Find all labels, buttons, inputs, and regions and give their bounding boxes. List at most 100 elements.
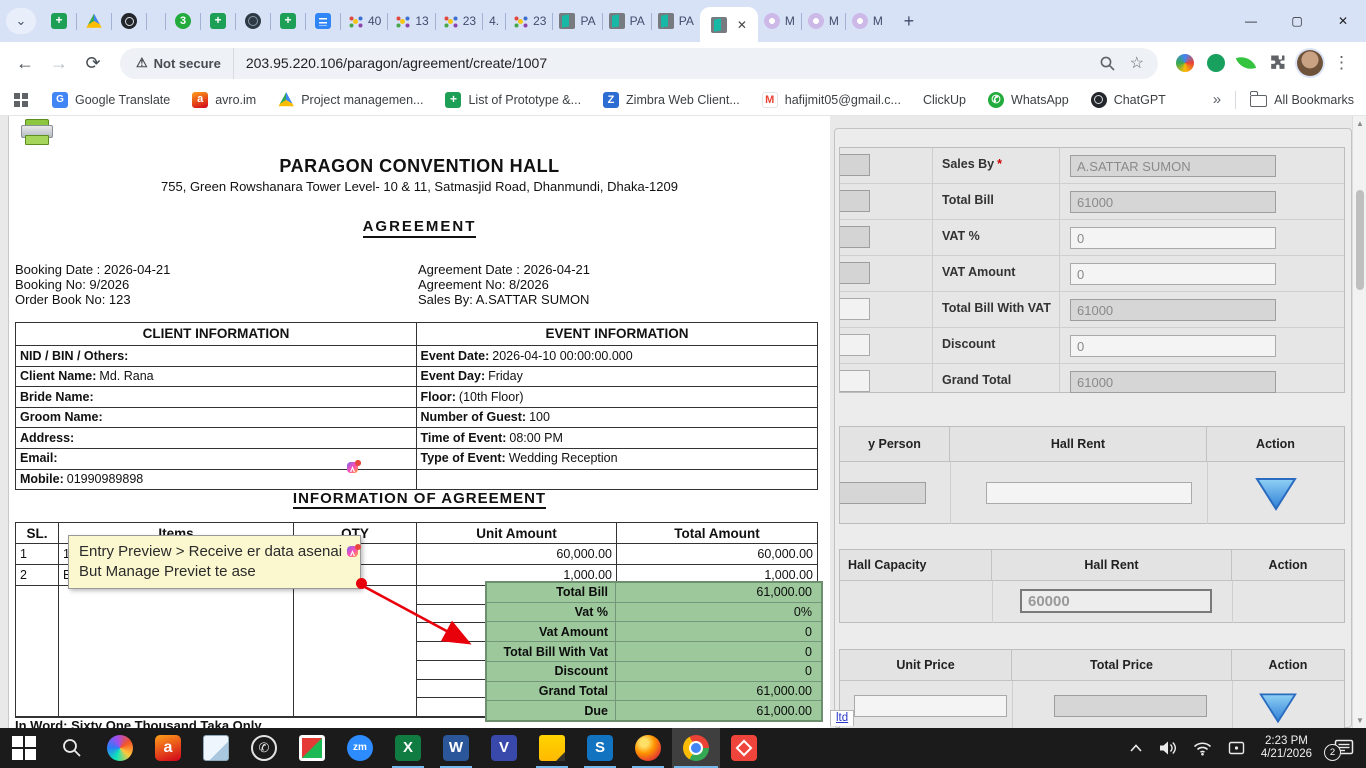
bookmark-item[interactable]: Google Translate bbox=[52, 92, 170, 108]
tray-expand-button[interactable] bbox=[1129, 743, 1143, 753]
vat-percent-input[interactable]: 0 bbox=[1070, 227, 1276, 249]
hidden-input-stub[interactable] bbox=[840, 226, 870, 248]
browser-tab[interactable]: 4. bbox=[483, 6, 505, 36]
s-app-button[interactable] bbox=[576, 728, 624, 768]
leaf-extension-icon[interactable] bbox=[1236, 53, 1257, 74]
extension-icon[interactable] bbox=[1207, 54, 1225, 72]
back-button[interactable]: ← bbox=[10, 48, 40, 78]
browser-tab[interactable]: 40 bbox=[341, 6, 387, 36]
browser-tab[interactable]: PA bbox=[603, 6, 651, 36]
person-input-stub[interactable] bbox=[840, 482, 926, 504]
irfanview-button[interactable] bbox=[288, 728, 336, 768]
pinned-tab[interactable] bbox=[77, 6, 111, 36]
active-tab[interactable]: ✕ bbox=[700, 7, 758, 42]
maximize-button[interactable]: ▢ bbox=[1274, 0, 1320, 42]
bookmark-item[interactable]: List of Prototype &... bbox=[445, 92, 581, 108]
close-window-button[interactable]: ✕ bbox=[1320, 0, 1366, 42]
browser-tab[interactable]: M bbox=[758, 6, 801, 36]
expand-triangle-icon[interactable] bbox=[1258, 691, 1298, 725]
volume-button[interactable] bbox=[1159, 740, 1177, 756]
security-chip[interactable]: ⚠ Not secure bbox=[124, 48, 234, 79]
profile-avatar[interactable] bbox=[1297, 50, 1323, 76]
close-tab-icon[interactable]: ✕ bbox=[737, 19, 747, 31]
address-bar[interactable]: ⚠ Not secure 203.95.220.106/paragon/agre… bbox=[120, 48, 1158, 79]
extensions-puzzle-icon[interactable] bbox=[1267, 53, 1287, 73]
unit-price-input[interactable] bbox=[854, 695, 1007, 717]
grand-total-input[interactable]: 61000 bbox=[1070, 371, 1276, 393]
chrome-button[interactable] bbox=[672, 728, 720, 768]
bookmark-item[interactable]: ChatGPT bbox=[1091, 92, 1166, 108]
browser-tab[interactable]: PA bbox=[652, 6, 700, 36]
zoom-button[interactable] bbox=[336, 728, 384, 768]
browser-tab[interactable]: 13 bbox=[388, 6, 434, 36]
sticky-notes-button[interactable] bbox=[528, 728, 576, 768]
taskbar-search-button[interactable] bbox=[48, 728, 96, 768]
tab-search-button[interactable]: ⌄ bbox=[6, 8, 36, 34]
copilot-button[interactable] bbox=[96, 728, 144, 768]
forward-button[interactable]: → bbox=[44, 48, 74, 78]
hidden-input-stub[interactable] bbox=[840, 154, 870, 176]
bookmark-star-icon[interactable]: ☆ bbox=[1130, 53, 1144, 73]
firefox-button[interactable] bbox=[624, 728, 672, 768]
pinned-tab[interactable]: 3 bbox=[166, 6, 200, 36]
browser-tab[interactable]: 23 bbox=[436, 6, 482, 36]
pinned-tab[interactable] bbox=[112, 6, 146, 36]
all-bookmarks-button[interactable]: All Bookmarks bbox=[1250, 92, 1354, 107]
scroll-down-icon[interactable]: ▼ bbox=[1353, 716, 1366, 725]
bookmark-item[interactable]: Project managemen... bbox=[278, 92, 423, 108]
browser-tab[interactable]: PA bbox=[553, 6, 601, 36]
bookmark-item[interactable]: WhatsApp bbox=[988, 92, 1069, 108]
browser-tab[interactable]: M bbox=[802, 6, 845, 36]
extension-icon[interactable] bbox=[1176, 54, 1194, 72]
visio-button[interactable] bbox=[480, 728, 528, 768]
apps-grid-icon[interactable] bbox=[14, 93, 20, 99]
pinned-tab[interactable] bbox=[236, 6, 270, 36]
page-scrollbar[interactable]: ▲ ▼ bbox=[1352, 116, 1366, 728]
hall-rent-input[interactable] bbox=[986, 482, 1192, 504]
bookmark-item[interactable]: Zimbra Web Client... bbox=[603, 92, 740, 108]
hidden-input-stub[interactable] bbox=[840, 334, 870, 356]
whatsapp-button[interactable] bbox=[240, 728, 288, 768]
total-price-input[interactable] bbox=[1054, 695, 1207, 717]
total-bill-with-vat-input[interactable]: 61000 bbox=[1070, 299, 1276, 321]
expand-triangle-icon[interactable] bbox=[1254, 476, 1298, 512]
browser-tab[interactable]: 23 bbox=[506, 6, 552, 36]
search-icon[interactable] bbox=[1099, 55, 1116, 72]
sales-by-input[interactable]: A.SATTAR SUMON bbox=[1070, 155, 1276, 177]
notepad-button[interactable] bbox=[192, 728, 240, 768]
hidden-input-stub[interactable] bbox=[840, 190, 870, 212]
pinned-tab[interactable] bbox=[201, 6, 235, 36]
minimize-button[interactable]: — bbox=[1228, 0, 1274, 42]
reload-button[interactable]: ⟳ bbox=[78, 48, 108, 78]
discount-input[interactable]: 0 bbox=[1070, 335, 1276, 357]
hidden-input-stub[interactable] bbox=[840, 370, 870, 392]
bookmarks-overflow-icon[interactable]: » bbox=[1213, 91, 1221, 108]
network-button[interactable] bbox=[1193, 741, 1212, 756]
pinned-tab[interactable] bbox=[306, 6, 340, 36]
browser-menu-icon[interactable]: ⋮ bbox=[1327, 53, 1356, 73]
hidden-input-stub[interactable] bbox=[840, 298, 870, 320]
taskbar-clock[interactable]: 2:23 PM 4/21/2026 bbox=[1261, 735, 1312, 761]
new-tab-button[interactable]: + bbox=[895, 7, 923, 35]
total-bill-input[interactable]: 61000 bbox=[1070, 191, 1276, 213]
hidden-input-stub[interactable] bbox=[840, 262, 870, 284]
browser-tab[interactable]: M bbox=[846, 6, 889, 36]
tray-app-button[interactable] bbox=[1228, 741, 1245, 755]
pinned-tab[interactable] bbox=[271, 6, 305, 36]
word-button[interactable] bbox=[432, 728, 480, 768]
bookmark-item[interactable]: avro.im bbox=[192, 92, 256, 108]
hall-rent-60000-input[interactable]: 60000 bbox=[1020, 589, 1212, 613]
bookmark-item[interactable]: hafijmit05@gmail.c... bbox=[762, 92, 901, 108]
print-icon[interactable] bbox=[21, 119, 51, 144]
pinned-tab[interactable] bbox=[42, 6, 76, 36]
action-center-button[interactable]: 2 bbox=[1328, 739, 1354, 757]
scrollbar-thumb[interactable] bbox=[1356, 190, 1364, 290]
url-text[interactable]: 203.95.220.106/paragon/agreement/create/… bbox=[234, 55, 547, 71]
scroll-up-icon[interactable]: ▲ bbox=[1353, 119, 1366, 128]
avro-keyboard-button[interactable] bbox=[144, 728, 192, 768]
start-button[interactable] bbox=[0, 728, 48, 768]
anydesk-button[interactable] bbox=[720, 728, 768, 768]
pinned-tab[interactable] bbox=[147, 6, 165, 36]
excel-button[interactable] bbox=[384, 728, 432, 768]
vat-amount-input[interactable]: 0 bbox=[1070, 263, 1276, 285]
